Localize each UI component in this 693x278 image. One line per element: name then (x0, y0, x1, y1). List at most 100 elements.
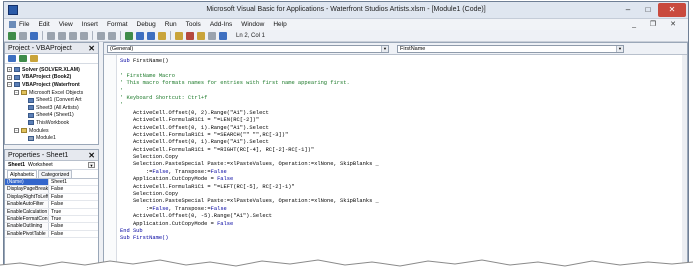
project-explorer-icon[interactable] (175, 31, 183, 40)
minimize-button[interactable]: – (618, 3, 638, 17)
property-row[interactable]: EnableAutoFilter False (5, 201, 98, 209)
property-row[interactable]: EnableCalculation True (5, 208, 98, 216)
property-name: EnableCalculation (5, 208, 49, 215)
expand-icon[interactable]: + (7, 67, 12, 73)
menu-item-edit[interactable]: Edit (38, 20, 49, 29)
code-editor[interactable]: Sub FirstName() ' FirstName Macro ' This m… (104, 55, 687, 276)
property-value[interactable]: False (49, 231, 98, 237)
view-object-icon[interactable] (19, 55, 27, 62)
code-line: ActiveCell.FormulaR1C1 = "=LEN(RC[-2])" (120, 117, 687, 124)
object-combo[interactable]: (General) ▼ (107, 45, 389, 53)
tab-categorized[interactable]: Categorized (38, 170, 73, 178)
property-row[interactable]: EnableOutlining False (5, 223, 98, 231)
project-pane-close-button[interactable]: ✕ (88, 44, 95, 53)
menu-item-view[interactable]: View (59, 20, 73, 29)
break-icon[interactable] (136, 31, 144, 40)
document-window-controls[interactable]: _ ❐ ✕ (632, 20, 682, 28)
code-keyword: False (152, 168, 169, 175)
menu-item-tools[interactable]: Tools (186, 20, 201, 29)
properties-object-type: Worksheet (28, 162, 53, 168)
collapse-icon[interactable]: − (7, 82, 12, 88)
menu-item-debug[interactable]: Debug (137, 20, 156, 29)
procedure-combo[interactable]: FirstName ▼ (397, 45, 624, 53)
toolbar-separator (92, 31, 93, 40)
code-text: := (120, 168, 153, 175)
chevron-down-icon[interactable]: ▼ (616, 46, 623, 52)
insert-module-icon[interactable] (19, 31, 27, 40)
tree-node[interactable]: + VBAProject (Book2) (7, 74, 96, 82)
save-icon[interactable] (30, 31, 38, 40)
menu-item-format[interactable]: Format (107, 20, 128, 29)
property-value[interactable]: True (49, 216, 98, 222)
property-row[interactable]: DisplayPageBreak False (5, 186, 98, 194)
code-line: End Sub (120, 228, 687, 235)
menu-item-insert[interactable]: Insert (82, 20, 98, 29)
tree-node[interactable]: − Modules (7, 127, 96, 135)
property-value[interactable]: Sheet1 (49, 179, 98, 185)
property-row[interactable]: DisplayRightToLeft False (5, 193, 98, 202)
collapse-icon[interactable]: − (14, 90, 19, 96)
menu-item-help[interactable]: Help (273, 20, 286, 29)
object-browser-icon[interactable] (197, 31, 205, 40)
find-icon[interactable] (80, 31, 88, 40)
chevron-down-icon[interactable]: ▼ (88, 162, 95, 168)
cut-icon[interactable] (47, 31, 55, 40)
menu-item-window[interactable]: Window (241, 20, 264, 29)
code-text: ActiveCell.FormulaR1C1 = "=LEFT(RC[-5], … (120, 183, 295, 190)
expand-icon[interactable]: + (7, 74, 12, 80)
property-row[interactable]: EnableFormatCon True (5, 215, 98, 224)
properties-pane-close-button[interactable]: ✕ (88, 151, 95, 160)
code-text: , Transpose:= (168, 205, 211, 212)
property-value[interactable]: False (49, 201, 98, 207)
code-comment: ' Keyboard Shortcut: Ctrl+f (120, 94, 208, 101)
collapse-icon[interactable]: − (14, 128, 19, 134)
code-combos-bar: (General) ▼ FirstName ▼ (104, 43, 687, 55)
code-line: Sub FirstName() (120, 58, 687, 65)
toolbox-icon[interactable] (208, 31, 216, 40)
toggle-folders-icon[interactable] (30, 55, 38, 62)
view-code-icon[interactable] (8, 55, 16, 62)
menu-item-addins[interactable]: Add-Ins (210, 20, 232, 29)
maximize-button[interactable]: □ (638, 3, 658, 17)
design-mode-icon[interactable] (158, 31, 166, 40)
menu-item-file[interactable]: File (19, 20, 29, 29)
paste-icon[interactable] (69, 31, 77, 40)
document-icon[interactable] (9, 21, 16, 28)
code-text: ActiveCell.Offset(0, 1).Range("A1").Sele… (120, 124, 269, 131)
chevron-down-icon[interactable]: ▼ (381, 46, 388, 52)
tree-node[interactable]: Module1 (7, 134, 96, 142)
code-line: Application.CutCopyMode = False (120, 221, 687, 228)
tree-node[interactable]: − VBAProject (Waterfront (7, 81, 96, 89)
property-value[interactable]: True (49, 209, 98, 215)
reset-icon[interactable] (147, 31, 155, 40)
property-value[interactable]: False (49, 186, 98, 192)
project-pane-toolbar (5, 54, 98, 64)
properties-object-selector[interactable]: Sheet1 Worksheet ▼ (5, 161, 98, 170)
property-row[interactable]: (Name) Sheet1 (5, 179, 98, 187)
help-icon[interactable] (219, 31, 227, 40)
code-vertical-scrollbar[interactable] (682, 55, 687, 276)
close-button[interactable]: ✕ (658, 3, 686, 17)
property-value[interactable]: False (49, 194, 98, 200)
copy-icon[interactable] (58, 31, 66, 40)
tab-alphabetic[interactable]: Alphabetic (7, 170, 38, 178)
view-excel-icon[interactable] (8, 31, 16, 40)
property-row[interactable]: EnablePivotTable False (5, 230, 98, 239)
menu-bar: File Edit View Insert Format Debug Run Tools Add… (4, 19, 688, 30)
tree-node[interactable]: ThisWorkbook (7, 119, 96, 127)
project-icon (14, 74, 20, 80)
undo-icon[interactable] (97, 31, 105, 40)
tree-node-label: ThisWorkbook (36, 119, 70, 126)
tree-node[interactable]: Sheet4 (Sheet1) (7, 112, 96, 120)
code-text: Application.CutCopyMode = (120, 220, 218, 227)
run-icon[interactable] (125, 31, 133, 40)
tree-node[interactable]: + Solver (SOLVER.XLAM) (7, 66, 96, 74)
tree-node[interactable]: − Microsoft Excel Objects (7, 89, 96, 97)
properties-window-icon[interactable] (186, 31, 194, 40)
redo-icon[interactable] (108, 31, 116, 40)
tree-node[interactable]: Sheet1 (Convert Art (7, 96, 96, 104)
properties-pane-title: Properties - Sheet1 (8, 152, 69, 159)
menu-item-run[interactable]: Run (165, 20, 177, 29)
property-value[interactable]: False (49, 223, 98, 229)
tree-node[interactable]: Sheet3 (All Artists) (7, 104, 96, 112)
